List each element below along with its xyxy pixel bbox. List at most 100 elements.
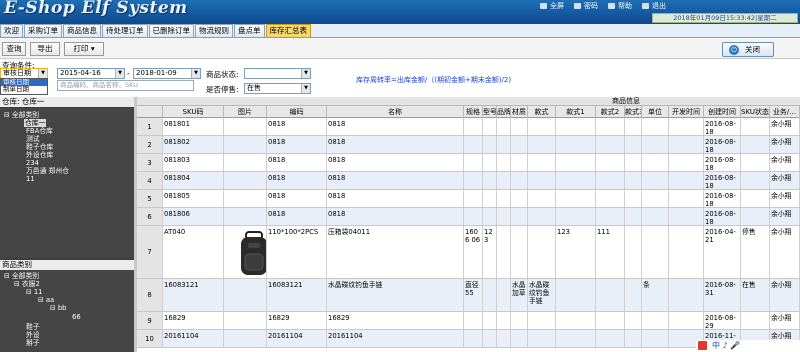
help-link[interactable]: 帮助: [608, 1, 632, 11]
date-from-field[interactable]: 2015-04-16 ▼: [57, 68, 125, 79]
header-cell-name[interactable]: 名称: [327, 106, 464, 118]
header-cell-create-time[interactable]: 创建时间: [704, 106, 741, 118]
tree-node[interactable]: 66: [72, 313, 81, 321]
cell-material: [511, 190, 528, 207]
cell-image: [224, 118, 267, 135]
header-cell-image[interactable]: 图片: [224, 106, 267, 118]
calendar-dropdown-icon: ▼: [115, 69, 124, 78]
table-row[interactable]: 3 081803 0818 0818 2016-08-18 余小翔: [137, 154, 800, 172]
tab-product-info[interactable]: 商品信息: [63, 24, 101, 37]
query-button[interactable]: 查询: [2, 42, 26, 56]
tree-node-all[interactable]: ⊟ 全部类别: [4, 111, 39, 119]
cell-sku-status: 停售: [741, 226, 770, 278]
tree-node[interactable]: 外设仓库: [26, 151, 53, 159]
header-cell-dev-time[interactable]: 开发时间: [669, 106, 704, 118]
table-row[interactable]: 4 081804 0818 0818 2016-08-18 余小翔: [137, 172, 800, 190]
cell-style: [528, 172, 556, 189]
row-number-cell: 1: [137, 118, 163, 135]
header-cell-sku[interactable]: SKU码: [163, 106, 224, 118]
cell-style-3: [625, 330, 642, 347]
cell-sku: 081801: [163, 118, 224, 135]
table-row[interactable]: 5 081805 0818 0818 2016-08-18 余小翔: [137, 190, 800, 208]
cell-create-time: 2016-08-18: [704, 190, 741, 207]
tab-logistics-rules[interactable]: 物流规则: [195, 24, 233, 37]
chevron-down-icon: ▼: [301, 84, 310, 93]
tree-node-warehouse-1[interactable]: 仓库一: [24, 119, 47, 127]
table-row[interactable]: 6 081806 0818 0818 2016-08-18 余小翔: [137, 208, 800, 226]
tab-purchase-orders[interactable]: 采购订单: [24, 24, 62, 37]
cell-dev-time: [669, 154, 704, 171]
header-cell-style-1[interactable]: 款式1: [556, 106, 596, 118]
cell-brand: [497, 226, 511, 278]
cell-style-2: [596, 330, 625, 347]
tree-node[interactable]: 掰子: [26, 339, 40, 347]
header-cell-brand[interactable]: 品牌: [497, 106, 511, 118]
password-link[interactable]: 密码: [574, 1, 598, 11]
row-number-cell: 8: [137, 279, 163, 311]
cell-style-1: [556, 330, 596, 347]
tree-node[interactable]: 万邑通 郑州仓: [26, 167, 69, 175]
logout-link[interactable]: 退出: [642, 1, 666, 11]
tab-deleted-orders[interactable]: 已删除订单: [148, 24, 194, 37]
dropdown-option[interactable]: 制单日期: [1, 86, 47, 93]
header-cell-style-3[interactable]: 款式3: [625, 106, 642, 118]
print-button[interactable]: 打印 ▾: [64, 42, 104, 56]
date-to-field[interactable]: 2018-01-09 ▼: [133, 68, 201, 79]
cell-sku-status: 在售: [741, 279, 770, 311]
ime-indicator: 中 ♪ 🎤: [712, 341, 741, 350]
header-cell-material[interactable]: 材质: [511, 106, 528, 118]
header-cell-style-2[interactable]: 款式2: [596, 106, 625, 118]
export-button[interactable]: 导出: [30, 42, 60, 56]
cell-style-3: [625, 226, 642, 278]
table-row[interactable]: 2 081802 0818 0818 2016-08-18 余小翔: [137, 136, 800, 154]
header-cell-code[interactable]: 编码: [267, 106, 327, 118]
header-cell-unit[interactable]: 单位: [642, 106, 669, 118]
tab-inventory-summary[interactable]: 库存汇总表: [265, 24, 311, 37]
tab-stocktake[interactable]: 盘点单: [234, 24, 265, 37]
cell-sku: 081806: [163, 208, 224, 225]
tree-node-all[interactable]: ⊟ 全部类别: [4, 272, 39, 280]
tree-node[interactable]: 外设: [26, 331, 40, 339]
cell-create-time: 2016-08-18: [704, 208, 741, 225]
header-cell-business[interactable]: 业务/…: [770, 106, 800, 118]
tree-node[interactable]: 测试: [26, 135, 40, 143]
tree-node[interactable]: ⊟ 11: [26, 288, 43, 296]
goods-status-select[interactable]: ▼: [244, 68, 311, 79]
stop-sale-select[interactable]: 在售 ▼: [244, 83, 311, 94]
table-row[interactable]: 9 16829 16829 16829 2016-08-29 余小翔: [137, 312, 800, 330]
fullscreen-link[interactable]: 全屏: [540, 1, 564, 11]
cell-material: 水晶加草: [511, 279, 528, 311]
cell-material: [511, 118, 528, 135]
cell-code: 0818: [267, 208, 327, 225]
help-icon: [608, 3, 615, 9]
cell-sku-status: [741, 312, 770, 329]
table-row[interactable]: 1 081801 0818 0818 2016-08-18 余小翔: [137, 118, 800, 136]
cell-name: 0818: [327, 136, 464, 153]
cell-unit: [642, 118, 669, 135]
header-cell-style[interactable]: 款式: [528, 106, 556, 118]
close-button[interactable]: ⏻ 关闭: [722, 42, 774, 57]
cell-sku: 16829: [163, 312, 224, 329]
cell-sku: 081804: [163, 172, 224, 189]
tree-node[interactable]: ⊟ aa: [38, 296, 54, 304]
tree-node[interactable]: 鞋子仓库: [26, 143, 53, 151]
tree-node[interactable]: FBA仓库: [26, 127, 53, 135]
tab-welcome[interactable]: 欢迎: [0, 24, 23, 37]
tree-node[interactable]: 鞋子: [26, 323, 40, 331]
cell-style-2: [596, 312, 625, 329]
warehouse-tree: ⊟ 全部类别 仓库一 FBA仓库 测试 鞋子仓库 外设仓库 234 万邑通 郑州…: [0, 108, 134, 258]
tree-node[interactable]: 11: [26, 175, 35, 183]
search-input[interactable]: 商品编码、商品名称、SKU: [57, 80, 194, 91]
tab-pending-orders[interactable]: 待处理订单: [102, 24, 148, 37]
cell-spec: [464, 330, 483, 347]
tree-node[interactable]: ⊟ bb: [50, 304, 67, 312]
header-cell-spec[interactable]: 规格: [464, 106, 483, 118]
tree-node[interactable]: 234: [26, 159, 39, 167]
table-row[interactable]: 7 AT040 110*100*2PCS 压箱袋04011 1606 06 123 123 1…: [137, 226, 800, 279]
header-cell-model[interactable]: 型号: [483, 106, 497, 118]
tree-node[interactable]: ⊟ 衣服2: [14, 280, 40, 288]
header-cell-sku-status[interactable]: SKU状态: [741, 106, 770, 118]
cell-image: [224, 172, 267, 189]
table-row[interactable]: 8 16083121 16083121 水晶碟纹钓鱼手链 直径 55 水晶加草 水晶碟纹钓鱼…: [137, 279, 800, 312]
cell-model: [483, 279, 497, 311]
